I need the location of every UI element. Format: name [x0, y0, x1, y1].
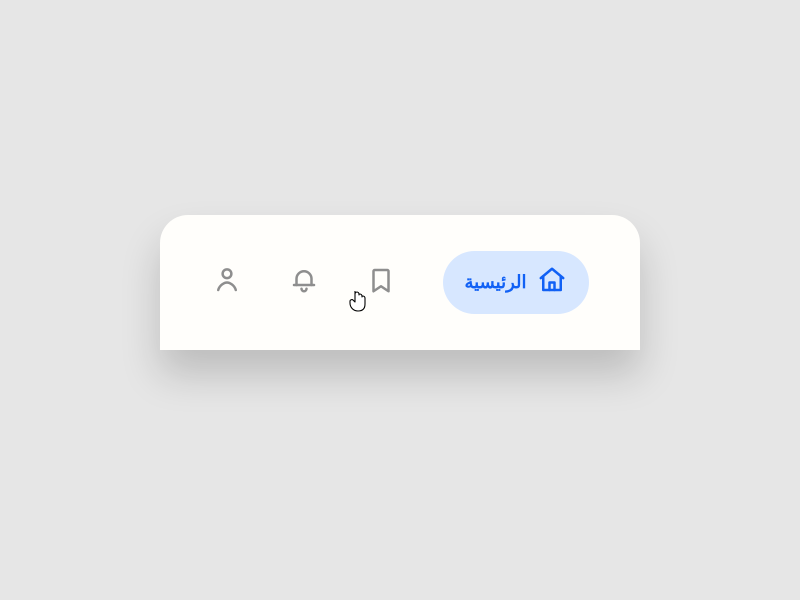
nav-home-label: الرئيسية: [465, 272, 527, 293]
bell-icon: [289, 265, 319, 300]
bookmark-icon: [366, 265, 396, 300]
nav-item-profile[interactable]: [212, 265, 242, 300]
nav-item-home[interactable]: الرئيسية: [443, 251, 589, 314]
nav-item-notifications[interactable]: [289, 265, 319, 300]
nav-item-bookmark[interactable]: [366, 265, 396, 300]
user-icon: [212, 265, 242, 300]
bottom-nav-bar: الرئيسية: [160, 215, 640, 350]
home-icon: [537, 265, 567, 300]
